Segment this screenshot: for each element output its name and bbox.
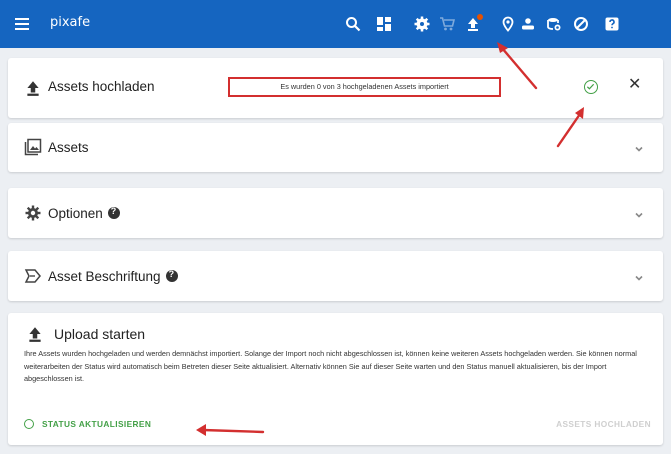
panel-title: Optionen bbox=[48, 206, 120, 221]
refresh-status-button[interactable]: STATUS AKTUALISIEREN bbox=[24, 419, 151, 429]
upload-icon bbox=[26, 325, 44, 343]
help-circle-icon[interactable] bbox=[569, 12, 593, 36]
asset-labeling-panel[interactable]: Asset Beschriftung bbox=[8, 251, 663, 301]
menu-icon[interactable] bbox=[12, 13, 34, 35]
panel-title: Asset Beschriftung bbox=[48, 269, 178, 284]
help-square-icon[interactable] bbox=[600, 12, 624, 36]
refresh-icon bbox=[24, 419, 34, 429]
upload-icon[interactable] bbox=[461, 12, 485, 36]
chevron-down-icon[interactable] bbox=[633, 208, 645, 220]
panel-title-text: Asset Beschriftung bbox=[48, 269, 161, 284]
top-app-bar: pixafe bbox=[0, 0, 671, 48]
cart-icon[interactable] bbox=[435, 12, 459, 36]
check-circle-icon bbox=[584, 80, 598, 94]
assets-panel[interactable]: Assets bbox=[8, 123, 663, 172]
chevron-down-icon[interactable] bbox=[633, 142, 645, 154]
settings-icon[interactable] bbox=[410, 12, 434, 36]
upload-assets-button[interactable]: ASSETS HOCHLADEN bbox=[556, 419, 651, 429]
panel-title: Assets hochladen bbox=[48, 79, 155, 94]
search-icon[interactable] bbox=[341, 12, 365, 36]
image-gallery-icon bbox=[24, 138, 42, 156]
app-title[interactable]: pixafe bbox=[50, 15, 90, 30]
upload-status-description: Ihre Assets wurden hochgeladen und werde… bbox=[24, 349, 637, 383]
import-status-notice: Es wurden 0 von 3 hochgeladenen Assets i… bbox=[228, 77, 501, 97]
panel-title-text: Optionen bbox=[48, 206, 103, 221]
panel-title: Assets bbox=[48, 140, 89, 155]
panel-title: Upload starten bbox=[54, 326, 146, 342]
notification-badge bbox=[477, 14, 483, 20]
close-icon[interactable]: ✕ bbox=[628, 77, 642, 93]
upload-icon bbox=[24, 79, 42, 97]
refresh-status-label: STATUS AKTUALISIEREN bbox=[42, 419, 152, 429]
help-icon[interactable] bbox=[165, 269, 178, 282]
stack-icon[interactable] bbox=[542, 12, 566, 36]
options-panel[interactable]: Optionen bbox=[8, 188, 663, 238]
dashboard-icon[interactable] bbox=[372, 12, 396, 36]
users-icon[interactable] bbox=[516, 12, 540, 36]
gear-icon bbox=[24, 204, 42, 222]
help-icon[interactable] bbox=[107, 206, 120, 219]
chevron-down-icon[interactable] bbox=[633, 271, 645, 283]
label-tag-icon bbox=[24, 267, 42, 285]
